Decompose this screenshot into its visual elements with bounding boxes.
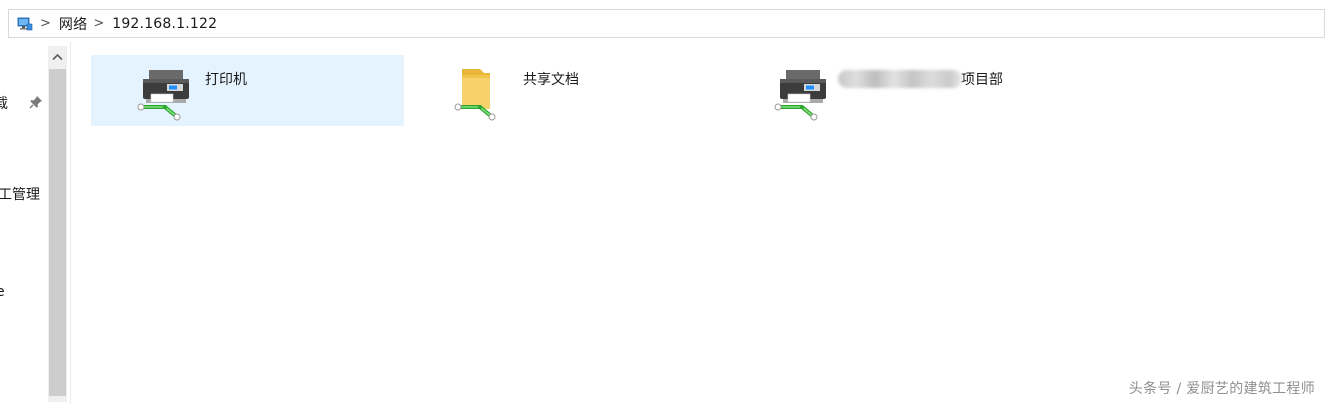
shared-printer-icon xyxy=(774,65,834,121)
chevron-up-icon xyxy=(52,53,63,61)
file-item-project-printer[interactable]: 项目部 xyxy=(717,55,1047,126)
redaction-blur xyxy=(838,70,962,88)
watermark-text: 头条号 / 爱厨艺的建筑工程师 xyxy=(1128,381,1315,397)
scroll-up-button[interactable] xyxy=(48,46,67,68)
file-item-shared-folder[interactable]: 共享文档 xyxy=(404,55,717,126)
chevron-right-icon[interactable]: > xyxy=(40,17,51,30)
nav-item-label-1[interactable]: 载 xyxy=(0,93,8,113)
nav-scrollbar[interactable] xyxy=(48,46,67,402)
network-computer-icon[interactable] xyxy=(16,15,34,33)
nav-item-label-3[interactable]: e xyxy=(0,284,5,300)
breadcrumb-network[interactable]: 网络 xyxy=(59,14,87,34)
navigation-pane: 载 工管理 e xyxy=(0,42,70,404)
shared-printer-icon xyxy=(137,65,197,121)
item-label: 共享文档 xyxy=(523,72,579,88)
breadcrumb-host[interactable]: 192.168.1.122 xyxy=(112,16,217,32)
address-bar[interactable]: > 网络 > 192.168.1.122 xyxy=(8,9,1325,38)
shared-folder-icon xyxy=(454,65,514,121)
chevron-right-icon[interactable]: > xyxy=(93,17,104,30)
item-label: 打印机 xyxy=(205,72,247,88)
scroll-thumb[interactable] xyxy=(49,69,66,396)
pin-icon[interactable] xyxy=(29,94,43,109)
file-item-printer[interactable]: 打印机 xyxy=(91,55,404,126)
item-label: 项目部 xyxy=(961,72,1003,88)
pane-divider[interactable] xyxy=(70,42,71,404)
nav-item-label-2[interactable]: 工管理 xyxy=(0,184,40,204)
